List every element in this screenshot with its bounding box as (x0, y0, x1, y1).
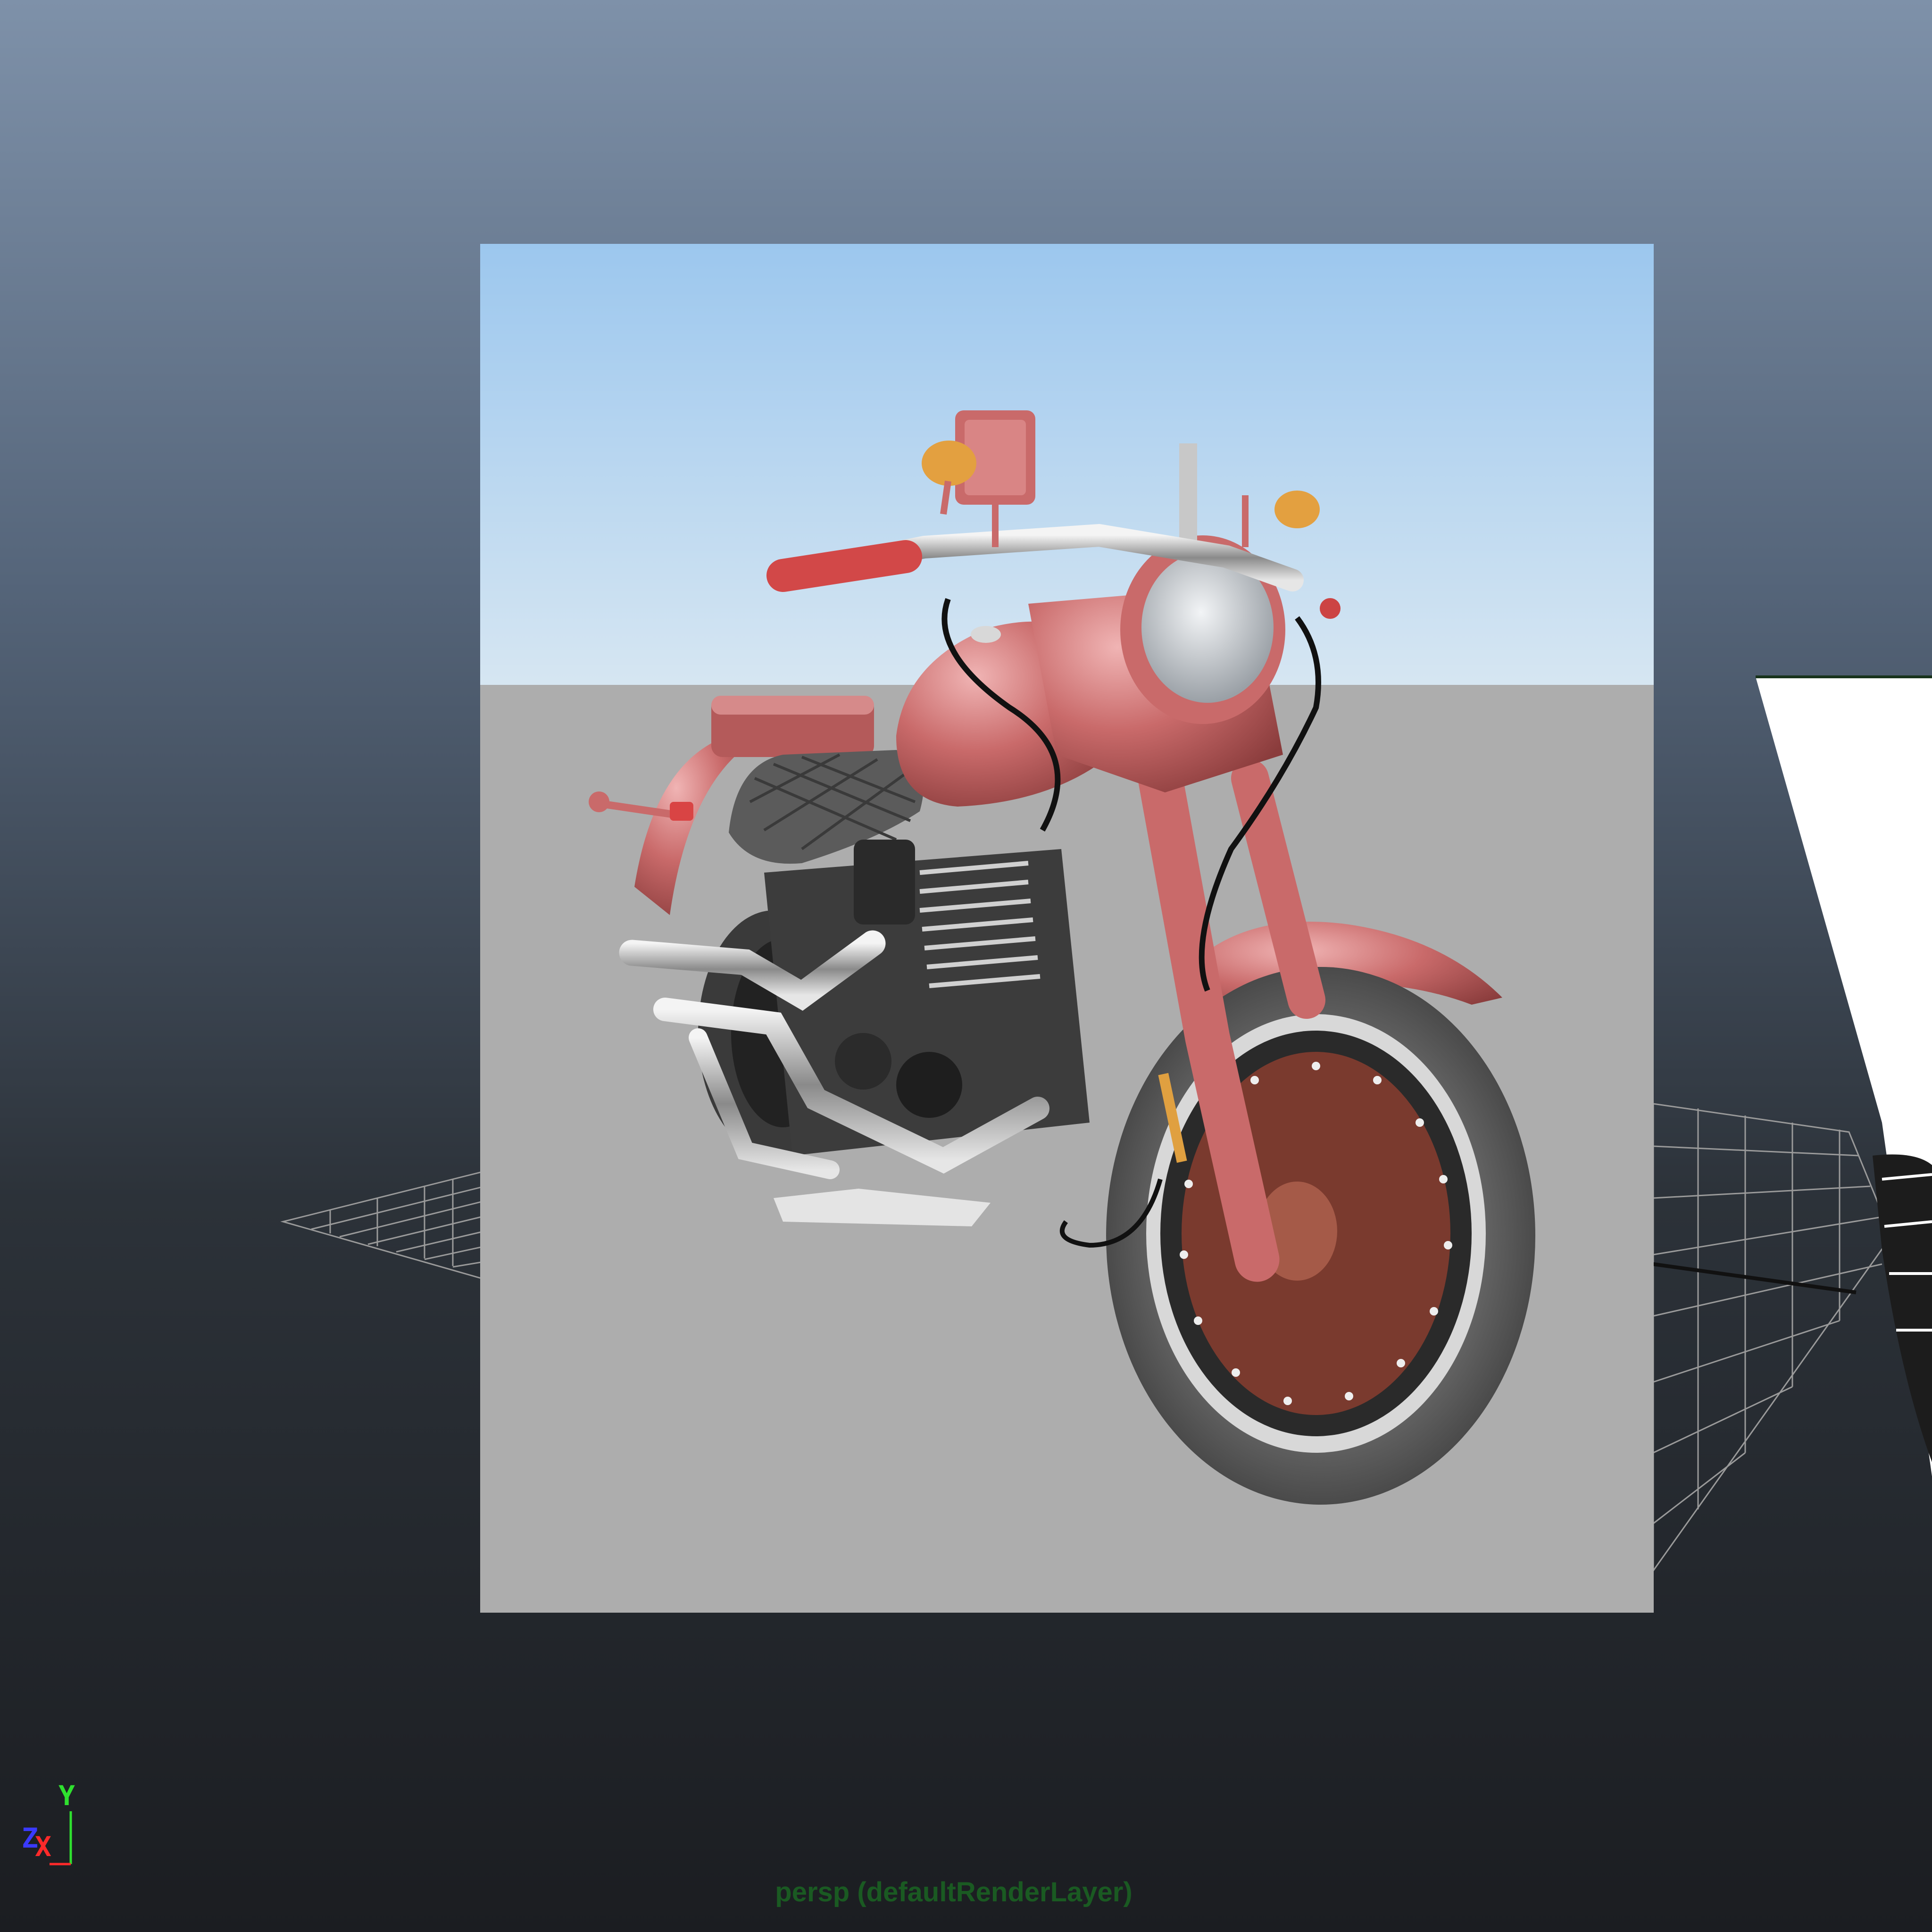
viewport-scene (280, 244, 1932, 1613)
image-plane-right (1756, 675, 1932, 1476)
axis-gizmo-lines (50, 1811, 72, 1865)
viewport-3d[interactable]: persp (defaultRenderLayer) Y Z X (0, 0, 1932, 1932)
camera-label: persp (defaultRenderLayer) (775, 1877, 1133, 1907)
grid-left (280, 1171, 482, 1279)
grid-right (1652, 1103, 1892, 1573)
axis-y-label: Y (58, 1780, 75, 1812)
